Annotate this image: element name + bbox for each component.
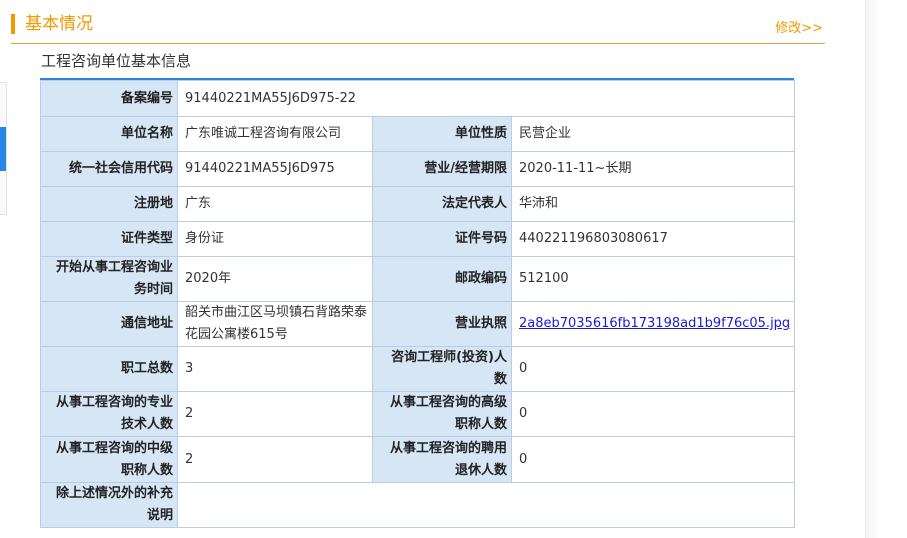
id-no-label: 证件号码 bbox=[372, 221, 512, 257]
address-label: 通信地址 bbox=[40, 301, 178, 347]
consult-engineers-value: 0 bbox=[510, 346, 796, 392]
credit-code-value: 91440221MA55J6D975 bbox=[177, 151, 373, 187]
table-row: 注册地 广东 法定代表人 华沛和 bbox=[40, 186, 796, 222]
table-row: 通信地址 韶关市曲江区马坝镇石背路荣泰花园公寓楼615号 营业执照 2a8eb7… bbox=[40, 301, 796, 347]
legal-rep-value: 华沛和 bbox=[510, 186, 796, 222]
mid-title-value: 2 bbox=[177, 436, 373, 483]
business-period-label: 营业/经营期限 bbox=[372, 151, 512, 187]
table-row: 开始从事工程咨询业务时间 2020年 邮政编码 512100 bbox=[40, 256, 796, 302]
table-row: 从事工程咨询的中级职称人数 2 从事工程咨询的聘用退休人数 0 bbox=[40, 436, 796, 483]
table-row: 职工总数 3 咨询工程师(投资)人数 0 bbox=[40, 346, 796, 392]
start-time-value: 2020年 bbox=[177, 256, 373, 302]
unit-name-value: 广东唯诚工程咨询有限公司 bbox=[177, 116, 373, 152]
tech-staff-value: 2 bbox=[177, 391, 373, 437]
subsection-title: 工程咨询单位基本信息 bbox=[41, 52, 192, 70]
license-cell: 2a8eb7035616fb173198ad1b9f76c05.jpg bbox=[510, 301, 796, 347]
edit-link[interactable]: 修改>> bbox=[775, 20, 823, 38]
record-no-label: 备案编号 bbox=[40, 80, 178, 117]
retired-label: 从事工程咨询的聘用退休人数 bbox=[372, 436, 512, 483]
table-row: 除上述情况外的补充说明 bbox=[40, 482, 796, 528]
legal-rep-label: 法定代表人 bbox=[372, 186, 512, 222]
unit-name-label: 单位名称 bbox=[40, 116, 178, 152]
reg-place-value: 广东 bbox=[177, 186, 373, 222]
table-row: 单位名称 广东唯诚工程咨询有限公司 单位性质 民营企业 bbox=[40, 116, 796, 152]
id-type-label: 证件类型 bbox=[40, 221, 178, 257]
section-title: 基本情况 bbox=[25, 14, 93, 34]
postcode-label: 邮政编码 bbox=[372, 256, 512, 302]
info-table: 备案编号 91440221MA55J6D975-22 单位名称 广东唯诚工程咨询… bbox=[40, 80, 796, 528]
table-row: 证件类型 身份证 证件号码 440221196803080617 bbox=[40, 221, 796, 257]
credit-code-label: 统一社会信用代码 bbox=[40, 151, 178, 187]
supplement-value bbox=[176, 482, 796, 528]
start-time-label: 开始从事工程咨询业务时间 bbox=[40, 256, 178, 302]
reg-place-label: 注册地 bbox=[40, 186, 178, 222]
address-value: 韶关市曲江区马坝镇石背路荣泰花园公寓楼615号 bbox=[177, 301, 373, 347]
business-period-value: 2020-11-11~长期 bbox=[510, 151, 796, 187]
staff-total-label: 职工总数 bbox=[40, 346, 178, 392]
senior-title-label: 从事工程咨询的高级职称人数 bbox=[372, 391, 512, 437]
consult-engineers-label: 咨询工程师(投资)人数 bbox=[372, 346, 512, 392]
record-no-value: 91440221MA55J6D975-22 bbox=[176, 80, 796, 117]
id-type-value: 身份证 bbox=[177, 221, 373, 257]
id-no-value: 440221196803080617 bbox=[510, 221, 796, 257]
retired-value: 0 bbox=[510, 436, 796, 483]
license-file-link[interactable]: 2a8eb7035616fb173198ad1b9f76c05.jpg bbox=[519, 316, 790, 331]
table-row: 统一社会信用代码 91440221MA55J6D975 营业/经营期限 2020… bbox=[40, 151, 796, 187]
supplement-label: 除上述情况外的补充说明 bbox=[40, 482, 178, 528]
mid-title-label: 从事工程咨询的中级职称人数 bbox=[40, 436, 178, 483]
tech-staff-label: 从事工程咨询的专业技术人数 bbox=[40, 391, 178, 437]
table-row: 备案编号 91440221MA55J6D975-22 bbox=[40, 80, 796, 117]
staff-total-value: 3 bbox=[177, 346, 373, 392]
unit-nature-label: 单位性质 bbox=[372, 116, 512, 152]
senior-title-value: 0 bbox=[510, 391, 796, 437]
left-nav-active-indicator[interactable] bbox=[0, 127, 6, 171]
left-nav-rail bbox=[0, 82, 7, 215]
unit-nature-value: 民营企业 bbox=[510, 116, 796, 152]
license-label: 营业执照 bbox=[372, 301, 512, 347]
section-accent-bar bbox=[11, 14, 15, 34]
table-row: 从事工程咨询的专业技术人数 2 从事工程咨询的高级职称人数 0 bbox=[40, 391, 796, 437]
section-header: 基本情况 修改>> bbox=[11, 10, 825, 44]
postcode-value: 512100 bbox=[510, 256, 796, 302]
right-scroll-gutter bbox=[865, 0, 907, 538]
